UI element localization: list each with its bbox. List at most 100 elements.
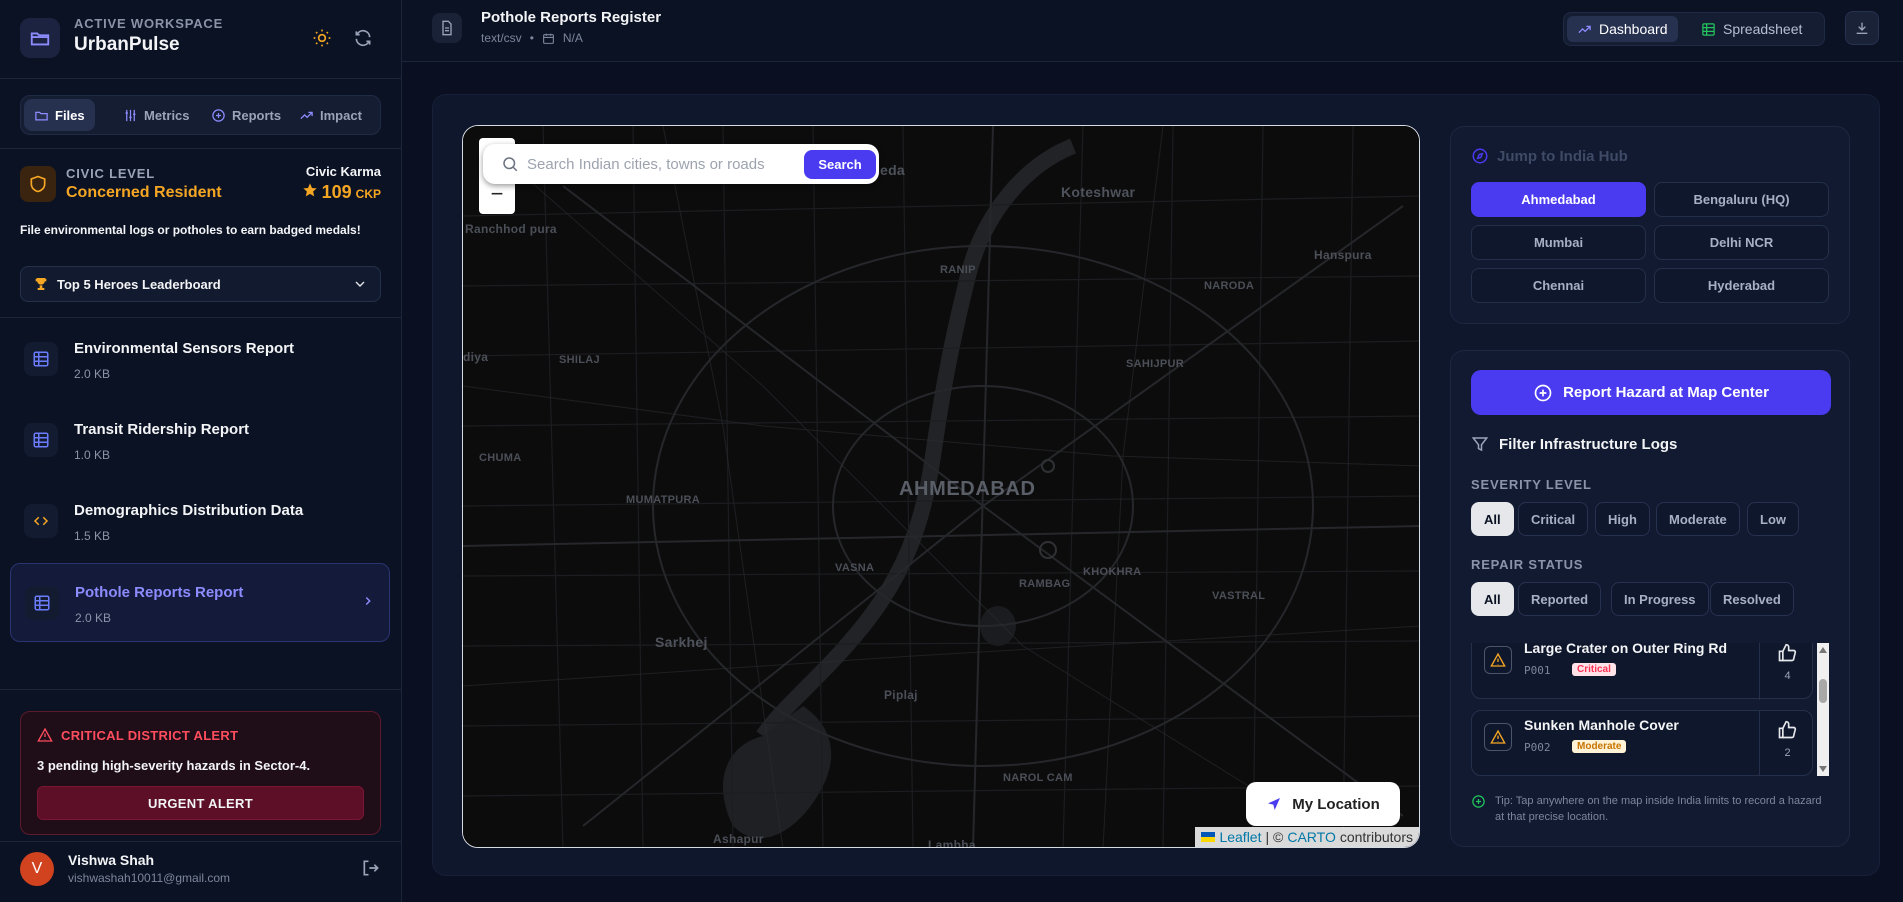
map-label: RAMBAG <box>1019 578 1071 590</box>
warning-icon <box>37 727 53 742</box>
karma-label: Civic Karma <box>305 164 381 179</box>
dashboard-view-button[interactable]: Dashboard <box>1567 16 1678 42</box>
file-item-active[interactable]: Pothole Reports Report 2.0 KB <box>10 563 390 642</box>
hub-city-button[interactable]: Delhi NCR <box>1654 225 1829 260</box>
hazard-id: P001 <box>1524 664 1551 677</box>
hub-city-button[interactable]: Ahmedabad <box>1471 182 1646 217</box>
tab-reports[interactable]: Reports <box>201 99 291 131</box>
status-chip[interactable]: All <box>1471 582 1514 616</box>
table-icon <box>24 342 58 376</box>
avatar[interactable]: V <box>20 852 54 886</box>
severity-chip[interactable]: Moderate <box>1656 502 1740 536</box>
severity-chip[interactable]: High <box>1595 502 1650 536</box>
my-location-button[interactable]: My Location <box>1246 782 1400 826</box>
civic-level-label: CIVIC LEVEL <box>66 166 155 181</box>
severity-badge: Moderate <box>1572 740 1627 753</box>
hazard-log-item[interactable]: Large Crater on Outer Ring Rd P001 Criti… <box>1471 643 1814 700</box>
status-chip[interactable]: In Progress <box>1611 582 1709 616</box>
compass-icon <box>1472 148 1488 164</box>
file-size: 2.0 KB <box>74 367 111 381</box>
tab-reports-label: Reports <box>232 107 282 123</box>
map-label: MUMATPURA <box>626 494 700 506</box>
upvote-button[interactable]: 4 <box>1759 643 1814 700</box>
map-search-input[interactable] <box>527 153 789 175</box>
severity-chip[interactable]: Critical <box>1518 502 1589 536</box>
file-size: 1.0 KB <box>74 448 111 462</box>
tab-metrics[interactable]: Metrics <box>113 99 200 131</box>
upvote-count: 4 <box>1784 670 1791 682</box>
severity-label: SEVERITY LEVEL <box>1471 477 1592 492</box>
logout-button[interactable] <box>361 858 381 883</box>
tab-impact[interactable]: Impact <box>289 99 372 131</box>
file-size: 1.5 KB <box>74 529 111 543</box>
map-label: NAROL CAM <box>1003 772 1073 784</box>
scroll-up-icon[interactable] <box>1819 647 1827 653</box>
upvote-button[interactable]: 2 <box>1759 711 1814 776</box>
tip-message: Tip: Tap anywhere on the map inside Indi… <box>1495 795 1822 823</box>
hub-city-button[interactable]: Bengaluru (HQ) <box>1654 182 1829 217</box>
filter-title: Filter Infrastructure Logs <box>1471 435 1677 453</box>
urgent-alert-button[interactable]: URGENT ALERT <box>37 786 364 820</box>
tip-text: Tip: Tap anywhere on the map inside Indi… <box>1471 793 1831 825</box>
scroll-down-icon[interactable] <box>1819 766 1827 772</box>
file-item[interactable]: Environmental Sensors Report 2.0 KB <box>10 320 390 399</box>
document-date: N/A <box>562 31 583 45</box>
search-button[interactable]: Search <box>804 150 876 179</box>
download-icon <box>1856 22 1868 34</box>
divider <box>0 841 402 842</box>
map-label: CHUMA <box>479 452 522 464</box>
file-name: Demographics Distribution Data <box>74 502 304 519</box>
star-icon <box>302 183 317 197</box>
status-chip[interactable]: Reported <box>1518 582 1602 616</box>
karma-value: 109 CKP <box>302 182 381 203</box>
document-meta: text/csv • N/A <box>481 31 583 45</box>
plus-circle-icon <box>1472 795 1485 808</box>
document-title: Pothole Reports Register <box>481 9 662 26</box>
alert-message: 3 pending high-severity hazards in Secto… <box>37 758 311 773</box>
map-label: KHOKHRA <box>1083 566 1142 578</box>
sidebar-tabs: Files Metrics Reports Impact <box>20 95 381 135</box>
status-chip[interactable]: Resolved <box>1710 582 1794 616</box>
download-button[interactable] <box>1845 11 1879 45</box>
user-name: Vishwa Shah <box>68 852 155 868</box>
carto-link[interactable]: CARTO <box>1287 829 1336 845</box>
refresh-icon <box>355 29 371 47</box>
map-container[interactable]: AHMEDABAD Chandkheda Koteshwar Ranchhod … <box>462 125 1420 848</box>
warning-icon <box>1484 723 1512 751</box>
chevron-down-icon <box>355 281 365 287</box>
scrollbar-thumb[interactable] <box>1819 679 1827 703</box>
scrollbar[interactable] <box>1817 643 1829 776</box>
infrastructure-logs-panel: Report Hazard at Map Center Filter Infra… <box>1450 350 1850 847</box>
report-hazard-button[interactable]: Report Hazard at Map Center <box>1471 370 1831 415</box>
hub-city-button[interactable]: Hyderabad <box>1654 268 1829 303</box>
file-name: Pothole Reports Report <box>75 584 244 601</box>
file-name: Environmental Sensors Report <box>74 340 295 357</box>
tab-impact-label: Impact <box>320 107 362 123</box>
refresh-button[interactable] <box>349 24 377 52</box>
hazard-log-item[interactable]: Sunken Manhole Cover P002 Moderate 2 <box>1471 710 1813 776</box>
hub-city-button[interactable]: Chennai <box>1471 268 1646 303</box>
tab-files-label: Files <box>55 107 85 123</box>
leaflet-link[interactable]: Leaflet <box>1219 829 1261 845</box>
file-item[interactable]: Demographics Distribution Data 1.5 KB <box>10 482 390 561</box>
severity-chip[interactable]: All <box>1471 502 1514 536</box>
map-label: VASNA <box>835 562 875 574</box>
hub-city-button[interactable]: Mumbai <box>1471 225 1646 260</box>
trending-up-icon <box>1578 25 1591 33</box>
shield-icon <box>20 166 56 202</box>
attribution-tail: contributors <box>1339 829 1413 845</box>
trending-up-icon <box>300 111 313 119</box>
spreadsheet-view-button[interactable]: Spreadsheet <box>1691 16 1812 42</box>
workspace-name: UrbanPulse <box>74 34 180 55</box>
hazard-title: Sunken Manhole Cover <box>1524 717 1679 733</box>
leaderboard-dropdown[interactable]: Top 5 Heroes Leaderboard <box>20 266 381 302</box>
tab-files[interactable]: Files <box>24 99 95 131</box>
theme-toggle-button[interactable] <box>308 24 336 52</box>
thumbs-up-icon <box>1778 643 1797 662</box>
divider <box>0 689 402 690</box>
file-item[interactable]: Transit Ridership Report 1.0 KB <box>10 401 390 480</box>
map-search-bar: Search <box>483 144 879 184</box>
logout-icon <box>363 860 379 876</box>
map-attribution: Leaflet | © CARTO contributors <box>1195 827 1419 847</box>
severity-chip[interactable]: Low <box>1747 502 1799 536</box>
